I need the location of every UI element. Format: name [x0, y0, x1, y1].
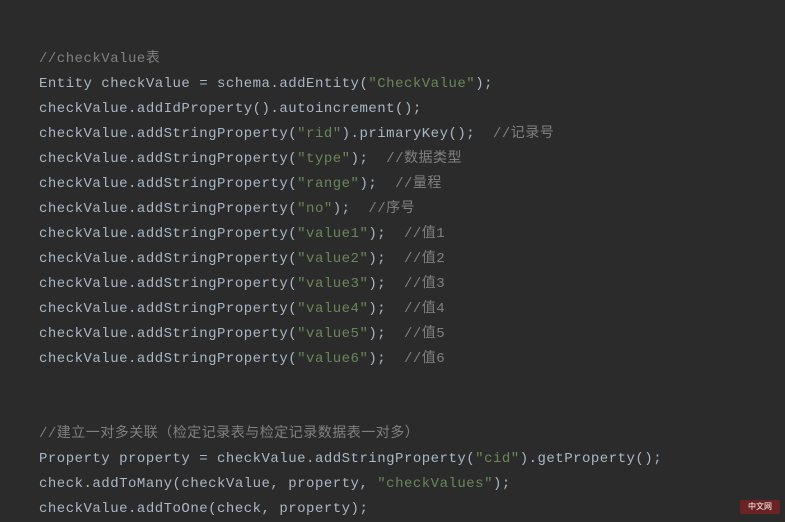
punct-token: ); [368, 301, 404, 317]
comment-token: //值1 [404, 226, 445, 242]
keyword-token: Entity checkValue = schema.addEntity( [39, 76, 368, 92]
code-line: checkValue.addStringProperty("value2"); … [39, 247, 785, 272]
keyword-token: checkValue.addStringProperty( [39, 226, 297, 242]
punct-token: ); [475, 76, 493, 92]
punct-token: ); [333, 201, 369, 217]
comment-token: //值3 [404, 276, 445, 292]
code-line: checkValue.addStringProperty("range"); /… [39, 172, 785, 197]
keyword-token: Property property = checkValue.addString… [39, 451, 475, 467]
string-token: "value6" [297, 351, 368, 367]
punct-token: ).getProperty(); [520, 451, 662, 467]
blank-line [39, 372, 785, 422]
string-token: "value5" [297, 326, 368, 342]
comment-token: //值6 [404, 351, 445, 367]
comment-token: //数据类型 [386, 151, 462, 167]
comment-token: //量程 [395, 176, 442, 192]
code-line: //checkValue表 [39, 47, 785, 72]
code-line: checkValue.addStringProperty("value1"); … [39, 222, 785, 247]
code-line: checkValue.addToOne(check, property); [39, 497, 785, 522]
code-line: checkValue.addStringProperty("type"); //… [39, 147, 785, 172]
comment-token: //值4 [404, 301, 445, 317]
code-line: checkValue.addStringProperty("value5"); … [39, 322, 785, 347]
string-token: "range" [297, 176, 359, 192]
keyword-token: checkValue.addStringProperty( [39, 126, 297, 142]
watermark-badge: 中文网 [740, 500, 780, 514]
punct-token: ); [368, 326, 404, 342]
code-line: checkValue.addStringProperty("value4"); … [39, 297, 785, 322]
string-token: "value4" [297, 301, 368, 317]
string-token: "value3" [297, 276, 368, 292]
code-line: check.addToMany(checkValue, property, "c… [39, 472, 785, 497]
punct-token: ); [493, 476, 511, 492]
keyword-token: checkValue.addStringProperty( [39, 251, 297, 267]
keyword-token: checkValue.addStringProperty( [39, 151, 297, 167]
code-line: //建立一对多关联（检定记录表与检定记录数据表一对多） [39, 422, 785, 447]
code-line: Entity checkValue = schema.addEntity("Ch… [39, 72, 785, 97]
punct-token: ); [368, 351, 404, 367]
punct-token: ); [368, 226, 404, 242]
comment-token: //值2 [404, 251, 445, 267]
code-line: checkValue.addStringProperty("no"); //序号 [39, 197, 785, 222]
comment-text: //checkValue表 [39, 51, 160, 67]
punct-token: ).primaryKey(); [342, 126, 493, 142]
string-token: "CheckValue" [368, 76, 475, 92]
comment-text: //建立一对多关联（检定记录表与检定记录数据表一对多） [39, 426, 419, 442]
keyword-token: checkValue.addStringProperty( [39, 326, 297, 342]
code-line: checkValue.addStringProperty("value6"); … [39, 347, 785, 372]
punct-token: ); [368, 251, 404, 267]
keyword-token: checkValue.addStringProperty( [39, 176, 297, 192]
string-token: "value1" [297, 226, 368, 242]
string-token: "rid" [297, 126, 342, 142]
keyword-token: checkValue.addStringProperty( [39, 276, 297, 292]
keyword-token: check.addToMany(checkValue, property, [39, 476, 377, 492]
keyword-token: checkValue.addStringProperty( [39, 301, 297, 317]
code-block: //checkValue表 Entity checkValue = schema.… [0, 0, 785, 522]
comment-token: //值5 [404, 326, 445, 342]
comment-token: //记录号 [493, 126, 554, 142]
code-line: checkValue.addIdProperty().autoincrement… [39, 97, 785, 122]
punct-token: ); [351, 151, 387, 167]
string-token: "value2" [297, 251, 368, 267]
keyword-token: checkValue.addToOne(check, property); [39, 501, 368, 517]
punct-token: ); [359, 176, 395, 192]
code-line: Property property = checkValue.addString… [39, 447, 785, 472]
comment-token: //序号 [368, 201, 415, 217]
string-token: "type" [297, 151, 350, 167]
string-token: "checkValues" [377, 476, 493, 492]
keyword-token: checkValue.addStringProperty( [39, 351, 297, 367]
keyword-token: checkValue.addStringProperty( [39, 201, 297, 217]
code-line: checkValue.addStringProperty("value3"); … [39, 272, 785, 297]
code-line: checkValue.addStringProperty("rid").prim… [39, 122, 785, 147]
punct-token: ); [368, 276, 404, 292]
string-token: "no" [297, 201, 333, 217]
keyword-token: checkValue.addIdProperty().autoincrement… [39, 101, 422, 117]
string-token: "cid" [475, 451, 520, 467]
